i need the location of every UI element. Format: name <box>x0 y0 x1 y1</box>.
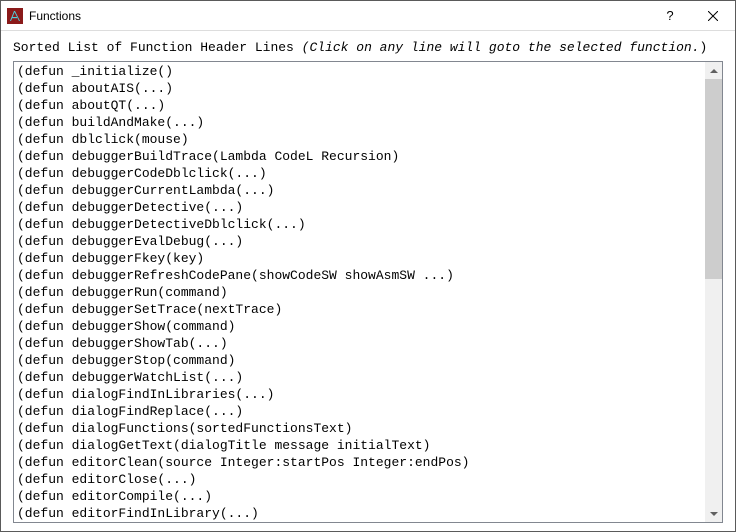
scrollbar-vertical[interactable] <box>705 62 722 522</box>
titlebar: Functions ? <box>1 1 735 31</box>
list-item[interactable]: (defun aboutQT(...) <box>16 97 703 114</box>
list-item[interactable]: (defun editorFindInLibrary(...) <box>16 505 703 522</box>
list-item[interactable]: (defun debuggerWatchList(...) <box>16 369 703 386</box>
list-item[interactable]: (defun _initialize() <box>16 63 703 80</box>
header-hint-close: ) <box>700 40 708 55</box>
list-item[interactable]: (defun debuggerRun(command) <box>16 284 703 301</box>
app-icon <box>7 8 23 24</box>
dialog-window: Functions ? Sorted List of Function Head… <box>0 0 736 532</box>
function-listbox[interactable]: (defun _initialize()(defun aboutAIS(...)… <box>13 61 723 523</box>
scroll-thumb[interactable] <box>705 79 722 279</box>
list-item[interactable]: (defun dialogFindInLibraries(...) <box>16 386 703 403</box>
list-item[interactable]: (defun debuggerRefreshCodePane(showCodeS… <box>16 267 703 284</box>
list-item[interactable]: (defun aboutAIS(...) <box>16 80 703 97</box>
chevron-up-icon <box>710 69 718 73</box>
list-item[interactable]: (defun debuggerStop(command) <box>16 352 703 369</box>
list-item[interactable]: (defun debuggerCodeDblclick(...) <box>16 165 703 182</box>
list-item[interactable]: (defun dialogGetText(dialogTitle message… <box>16 437 703 454</box>
scroll-down-button[interactable] <box>705 505 722 522</box>
list-item[interactable]: (defun debuggerShowTab(...) <box>16 335 703 352</box>
chevron-down-icon <box>710 512 718 516</box>
header-hint: Click on any line will goto the selected… <box>309 40 699 55</box>
list-item[interactable]: (defun debuggerFkey(key) <box>16 250 703 267</box>
function-list[interactable]: (defun _initialize()(defun aboutAIS(...)… <box>14 62 705 522</box>
list-item[interactable]: (defun dialogFindReplace(...) <box>16 403 703 420</box>
window-title: Functions <box>29 9 650 23</box>
list-header: Sorted List of Function Header Lines (Cl… <box>13 40 723 55</box>
list-item[interactable]: (defun debuggerSetTrace(nextTrace) <box>16 301 703 318</box>
list-item[interactable]: (defun debuggerDetective(...) <box>16 199 703 216</box>
list-item[interactable]: (defun editorCompile(...) <box>16 488 703 505</box>
list-item[interactable]: (defun editorClose(...) <box>16 471 703 488</box>
list-item[interactable]: (defun debuggerBuildTrace(Lambda CodeL R… <box>16 148 703 165</box>
scroll-up-button[interactable] <box>705 62 722 79</box>
list-item[interactable]: (defun debuggerDetectiveDblclick(...) <box>16 216 703 233</box>
list-item[interactable]: (defun buildAndMake(...) <box>16 114 703 131</box>
close-button[interactable] <box>690 1 735 31</box>
list-item[interactable]: (defun debuggerCurrentLambda(...) <box>16 182 703 199</box>
list-item[interactable]: (defun dblclick(mouse) <box>16 131 703 148</box>
header-text: Sorted List of Function Header Lines <box>13 40 302 55</box>
list-item[interactable]: (defun editorClean(source Integer:startP… <box>16 454 703 471</box>
help-button[interactable]: ? <box>650 1 690 31</box>
list-item[interactable]: (defun debuggerShow(command) <box>16 318 703 335</box>
list-item[interactable]: (defun debuggerEvalDebug(...) <box>16 233 703 250</box>
dialog-content: Sorted List of Function Header Lines (Cl… <box>1 31 735 531</box>
scroll-track[interactable] <box>705 79 722 505</box>
list-item[interactable]: (defun dialogFunctions(sortedFunctionsTe… <box>16 420 703 437</box>
